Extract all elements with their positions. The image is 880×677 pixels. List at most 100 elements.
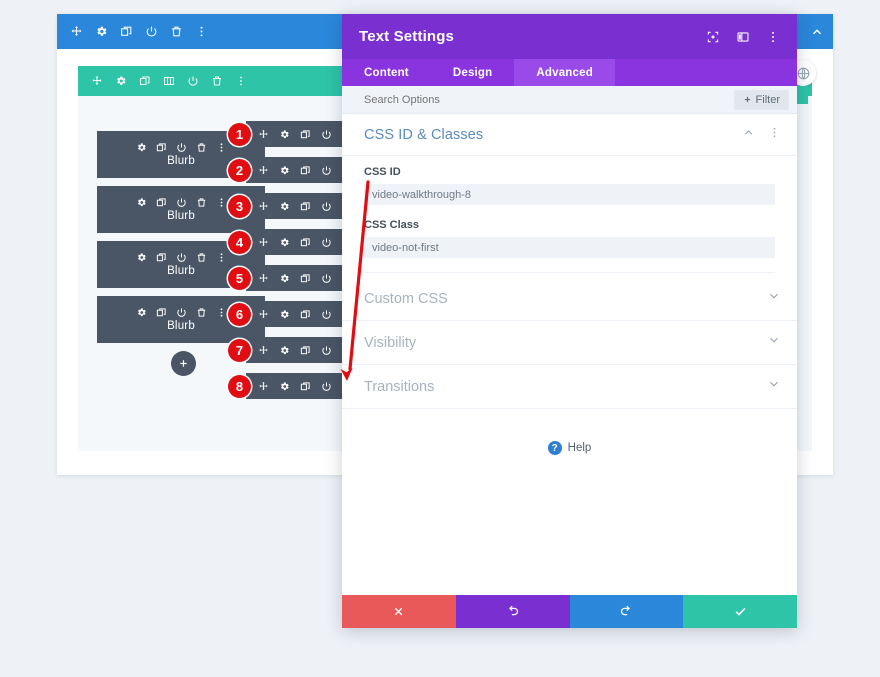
more-options-icon[interactable]	[766, 30, 780, 44]
duplicate-icon[interactable]	[300, 345, 311, 356]
focus-icon[interactable]	[706, 30, 720, 44]
gear-icon[interactable]	[136, 252, 147, 263]
move-icon[interactable]	[258, 309, 269, 320]
more-options-icon[interactable]	[235, 75, 247, 87]
more-options-icon[interactable]	[216, 252, 227, 263]
gear-icon[interactable]	[115, 75, 127, 87]
gear-icon[interactable]	[136, 307, 147, 318]
gear-icon[interactable]	[279, 381, 290, 392]
duplicate-icon[interactable]	[156, 142, 167, 153]
tab-design[interactable]: Design	[431, 59, 515, 86]
power-icon[interactable]	[321, 273, 332, 284]
add-module-button[interactable]	[170, 351, 196, 376]
power-icon[interactable]	[321, 165, 332, 176]
undo-button[interactable]	[455, 595, 570, 628]
module-toolbar[interactable]	[136, 307, 227, 318]
css-id-input[interactable]	[364, 184, 775, 205]
gear-icon[interactable]	[136, 142, 147, 153]
modal-title: Text Settings	[359, 28, 455, 45]
duplicate-icon[interactable]	[300, 309, 311, 320]
group-transitions[interactable]: Transitions	[342, 365, 797, 409]
duplicate-icon[interactable]	[300, 381, 311, 392]
duplicate-icon[interactable]	[139, 75, 151, 87]
modal-scrollbar[interactable]	[794, 114, 797, 595]
chevron-down-icon[interactable]	[767, 333, 781, 352]
power-icon[interactable]	[145, 25, 158, 38]
filter-button[interactable]: Filter	[733, 89, 789, 110]
cancel-button[interactable]	[342, 595, 456, 628]
group-custom-css[interactable]: Custom CSS	[342, 277, 797, 321]
more-options-icon[interactable]	[768, 126, 781, 144]
gear-icon[interactable]	[95, 25, 108, 38]
gear-icon[interactable]	[279, 345, 290, 356]
duplicate-icon[interactable]	[156, 307, 167, 318]
chevron-down-icon[interactable]	[767, 289, 781, 308]
group-title: CSS ID & Classes	[364, 126, 484, 143]
help-link[interactable]: ? Help	[342, 409, 797, 455]
module-toolbar[interactable]	[136, 142, 227, 153]
group-css-id-classes[interactable]: CSS ID & Classes	[342, 114, 797, 156]
gear-icon[interactable]	[279, 273, 290, 284]
collapse-panel-button[interactable]	[800, 14, 833, 49]
power-icon[interactable]	[321, 201, 332, 212]
more-options-icon[interactable]	[216, 197, 227, 208]
move-icon[interactable]	[70, 25, 83, 38]
chevron-up-icon[interactable]	[742, 126, 755, 144]
more-options-icon[interactable]	[216, 142, 227, 153]
duplicate-icon[interactable]	[300, 237, 311, 248]
duplicate-icon[interactable]	[300, 129, 311, 140]
trash-icon[interactable]	[170, 25, 183, 38]
gear-icon[interactable]	[136, 197, 147, 208]
chevron-down-icon[interactable]	[767, 377, 781, 396]
trash-icon[interactable]	[196, 252, 207, 263]
power-icon[interactable]	[176, 142, 187, 153]
duplicate-icon[interactable]	[300, 165, 311, 176]
power-icon[interactable]	[187, 75, 199, 87]
power-icon[interactable]	[321, 381, 332, 392]
trash-icon[interactable]	[211, 75, 223, 87]
duplicate-icon[interactable]	[156, 252, 167, 263]
move-icon[interactable]	[258, 273, 269, 284]
power-icon[interactable]	[321, 129, 332, 140]
power-icon[interactable]	[176, 252, 187, 263]
columns-icon[interactable]	[163, 75, 175, 87]
trash-icon[interactable]	[196, 307, 207, 318]
move-icon[interactable]	[258, 165, 269, 176]
gear-icon[interactable]	[279, 165, 290, 176]
trash-icon[interactable]	[196, 142, 207, 153]
move-icon[interactable]	[91, 75, 103, 87]
group-visibility[interactable]: Visibility	[342, 321, 797, 365]
more-options-icon[interactable]	[216, 307, 227, 318]
gear-icon[interactable]	[279, 201, 290, 212]
move-icon[interactable]	[258, 201, 269, 212]
annotation-badge: 7	[228, 338, 251, 362]
power-icon[interactable]	[321, 345, 332, 356]
move-icon[interactable]	[258, 345, 269, 356]
duplicate-icon[interactable]	[156, 197, 167, 208]
more-options-icon[interactable]	[195, 25, 208, 38]
annotation-badge: 8	[228, 374, 251, 398]
power-icon[interactable]	[321, 237, 332, 248]
gear-icon[interactable]	[279, 309, 290, 320]
layout-panel-icon[interactable]	[736, 30, 750, 44]
tab-content[interactable]: Content	[342, 59, 431, 86]
duplicate-icon[interactable]	[300, 201, 311, 212]
tab-advanced[interactable]: Advanced	[514, 59, 615, 86]
power-icon[interactable]	[176, 197, 187, 208]
redo-button[interactable]	[569, 595, 684, 628]
gear-icon[interactable]	[279, 237, 290, 248]
css-class-input[interactable]	[364, 237, 775, 258]
power-icon[interactable]	[176, 307, 187, 318]
move-icon[interactable]	[258, 237, 269, 248]
module-toolbar[interactable]	[136, 197, 227, 208]
save-button[interactable]	[683, 595, 797, 628]
duplicate-icon[interactable]	[120, 25, 133, 38]
gear-icon[interactable]	[279, 129, 290, 140]
search-input[interactable]	[364, 93, 734, 106]
module-toolbar[interactable]	[136, 252, 227, 263]
move-icon[interactable]	[258, 381, 269, 392]
trash-icon[interactable]	[196, 197, 207, 208]
power-icon[interactable]	[321, 309, 332, 320]
duplicate-icon[interactable]	[300, 273, 311, 284]
move-icon[interactable]	[258, 129, 269, 140]
